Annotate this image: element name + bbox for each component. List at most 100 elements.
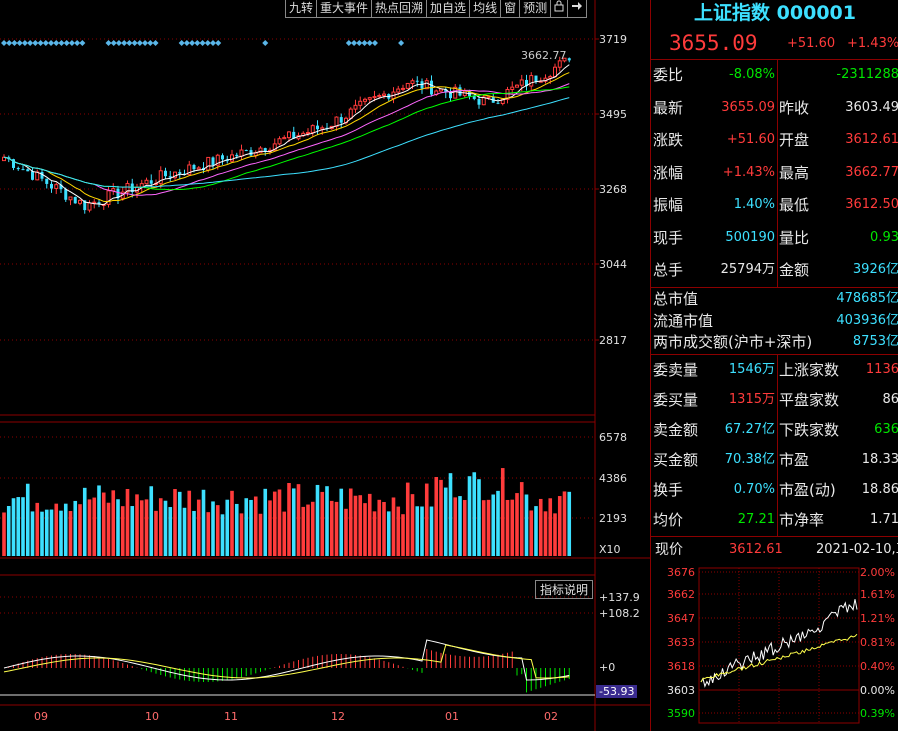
candle-body	[477, 98, 481, 105]
volume-bar	[59, 510, 63, 556]
volume-bar	[158, 498, 163, 556]
add-watchlist-button[interactable]: 加自选	[426, 0, 471, 18]
quote-value: -8.08%	[729, 67, 775, 82]
volume-bar	[139, 500, 144, 556]
signal-marker	[27, 40, 34, 46]
volume-bar	[68, 511, 73, 556]
order-stats-row: 均价 27.21 市净率 1.71	[651, 505, 898, 535]
mini-pct-tick: 0.00%	[860, 684, 895, 697]
candle-body	[164, 170, 167, 177]
candle-body	[50, 183, 53, 189]
stats-value: 67.27亿	[724, 422, 775, 437]
candle-body	[282, 137, 287, 140]
volume-bar	[73, 500, 78, 556]
major-events-button[interactable]: 重大事件	[316, 0, 373, 18]
stats-key: 平盘家数	[779, 391, 840, 409]
volume-bar	[567, 491, 572, 556]
lock-icon[interactable]	[550, 0, 569, 18]
quote-key: 振幅	[653, 196, 684, 214]
signal-marker	[351, 40, 358, 46]
mini-pct-tick: 1.61%	[860, 588, 895, 601]
signal-marker	[178, 40, 185, 46]
macd-tick: +108.2	[599, 607, 640, 620]
volume-bar	[40, 511, 44, 556]
market-value: 478685亿	[836, 291, 898, 306]
chart-toolbar: 九转 重大事件 热点回溯 加自选 均线 窗 预测	[285, 0, 588, 18]
signal-marker	[58, 40, 65, 46]
candle-body	[263, 148, 267, 152]
candle-body	[21, 169, 25, 171]
quote-key: 开盘	[779, 131, 810, 149]
candle-body	[244, 150, 248, 152]
window-button[interactable]: 窗	[500, 0, 521, 18]
mini-price-tick: 3647	[667, 612, 695, 625]
volume-bar	[401, 514, 405, 556]
signal-marker	[121, 40, 128, 46]
intraday-mini-chart[interactable]: 3676 2.00% 3662 1.61% 3647 1.21% 3633 0.81% 3618…	[651, 562, 898, 731]
stats-key: 委卖量	[653, 361, 699, 379]
volume-bar	[443, 487, 448, 556]
candle-body	[510, 86, 515, 90]
quote-value: 3662.77	[845, 164, 898, 180]
stats-key: 市盈	[779, 451, 810, 469]
quote-value: +51.60	[726, 132, 775, 147]
volume-bar	[163, 500, 168, 556]
stats-value: 70.38亿	[724, 452, 775, 467]
signal-marker	[152, 40, 159, 46]
volume-bar	[377, 499, 382, 556]
candle-body	[458, 87, 462, 96]
volume-bar	[467, 476, 472, 556]
volume-bar	[6, 505, 11, 556]
volume-bar	[553, 513, 557, 556]
kline-chart-area[interactable]: 九转 重大事件 热点回溯 加自选 均线 窗 预测 3719 3495 3268 …	[0, 0, 650, 731]
candle-body	[64, 189, 68, 200]
indicator-help-button[interactable]: 指标说明	[535, 580, 594, 599]
volume-bar	[220, 514, 225, 556]
volume-bar	[173, 489, 177, 556]
signal-marker	[183, 40, 190, 46]
volume-bar	[315, 484, 320, 556]
volume-bar	[196, 499, 201, 556]
forecast-button[interactable]: 预测	[519, 0, 552, 18]
volume-bar	[524, 494, 529, 556]
moving-average-button[interactable]: 均线	[469, 0, 502, 18]
stats-value: 27.21	[737, 512, 775, 527]
volume-bar	[16, 497, 21, 556]
signal-marker	[262, 40, 269, 46]
stats-key: 换手	[653, 481, 684, 499]
moving-average-line	[3, 64, 570, 206]
volume-bar	[211, 501, 215, 556]
hot-review-button[interactable]: 热点回溯	[371, 0, 428, 18]
volume-bar	[287, 483, 291, 556]
quote-key: 最低	[779, 196, 810, 214]
macd-tick: +0	[599, 661, 616, 674]
price-tick: 2817	[599, 334, 627, 347]
signal-marker	[147, 40, 154, 46]
candle-body	[353, 104, 358, 110]
stats-value: 86	[882, 392, 898, 407]
volume-bar	[239, 513, 244, 556]
candle-body	[149, 180, 153, 184]
volume-bar	[481, 500, 486, 556]
volume-bar	[272, 491, 277, 556]
chart-canvas[interactable]	[0, 0, 650, 731]
quote-key: 最高	[779, 163, 810, 182]
nine-turn-button[interactable]: 九转	[285, 0, 318, 18]
candle-body	[372, 96, 377, 99]
candle-body	[206, 156, 211, 171]
stats-value: 1.71	[870, 512, 898, 527]
volume-bar	[453, 497, 458, 556]
month-label: 09	[34, 710, 48, 723]
candle-body	[239, 149, 244, 157]
signal-marker	[16, 40, 23, 46]
volume-bar	[372, 511, 377, 556]
signal-marker	[21, 40, 28, 46]
candle-body	[415, 80, 419, 82]
signal-marker	[215, 40, 222, 46]
signal-marker	[63, 40, 70, 46]
pin-icon[interactable]	[567, 0, 588, 18]
volume-bar	[101, 492, 106, 556]
quote-key: 总手	[653, 261, 684, 279]
month-label: 11	[224, 710, 238, 723]
candle-body	[178, 172, 182, 174]
